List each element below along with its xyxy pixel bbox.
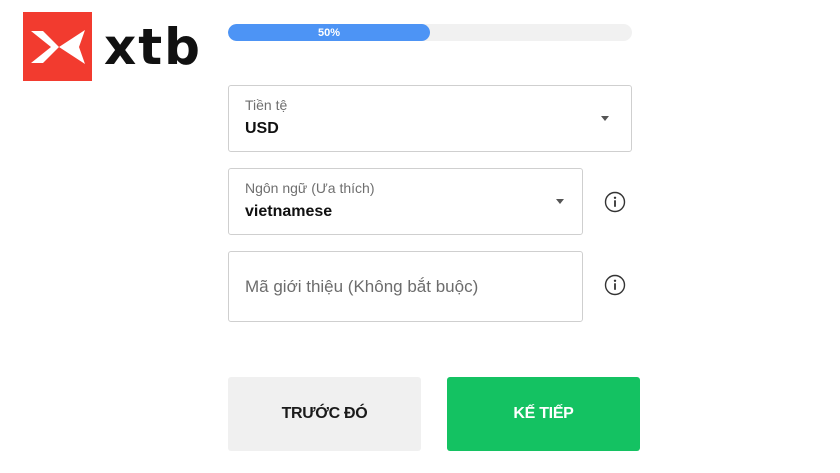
logo-text: xtb [104, 17, 202, 76]
info-circle-icon[interactable] [604, 191, 626, 213]
xtb-logo: xtb [23, 12, 202, 81]
progress-label: 50% [317, 26, 341, 39]
chevron-down-icon [601, 115, 609, 121]
currency-value: USD [245, 120, 279, 137]
referral-code-field[interactable] [228, 251, 583, 322]
language-label: Ngôn ngữ (Ưa thích) [245, 180, 375, 196]
next-button[interactable]: KẾ TIẾP [447, 377, 640, 451]
language-select[interactable]: Ngôn ngữ (Ưa thích) vietnamese [228, 168, 583, 235]
x-mark-icon [23, 12, 92, 81]
registration-page: xtb 50% Tiền tệ USD Ngôn ngữ (Ưa thích) … [0, 0, 840, 473]
language-value: vietnamese [245, 203, 333, 220]
previous-button[interactable]: TRƯỚC ĐÓ [228, 377, 421, 451]
info-circle-icon[interactable] [604, 274, 626, 296]
currency-select[interactable]: Tiền tệ USD [228, 85, 632, 152]
currency-label: Tiền tệ [245, 97, 288, 113]
progress-bar-fill: 50% [228, 24, 430, 41]
chevron-down-icon [556, 198, 564, 204]
referral-code-input[interactable] [229, 252, 582, 321]
progress-bar: 50% [228, 24, 632, 41]
